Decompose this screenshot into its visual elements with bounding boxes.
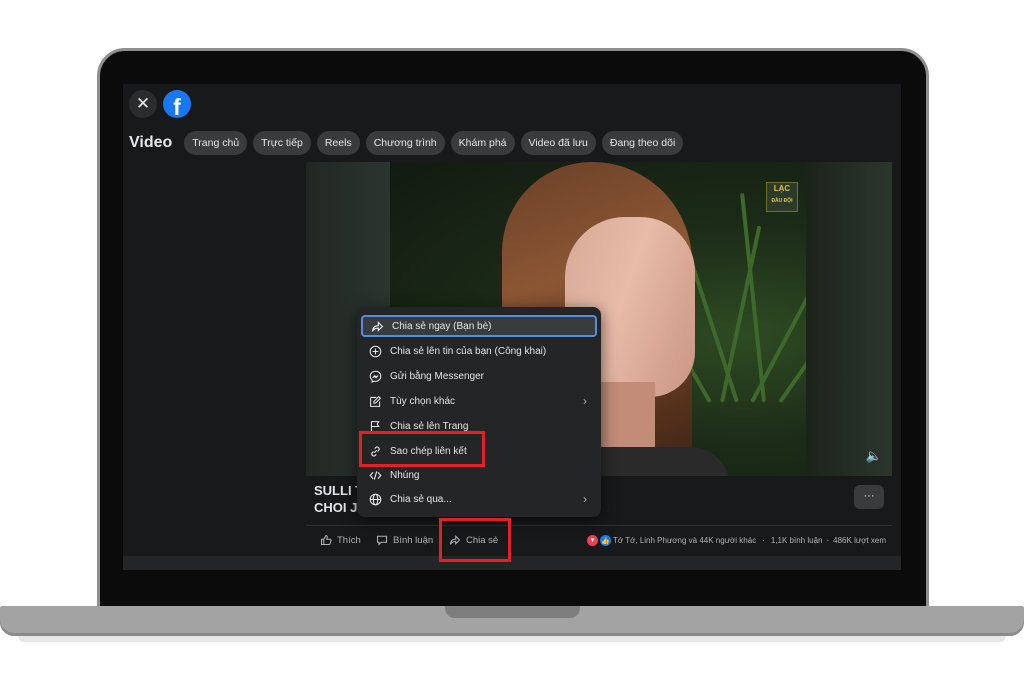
share-arrow-icon bbox=[449, 534, 461, 546]
share-button[interactable]: Chia sẻ bbox=[449, 534, 498, 546]
menu-item-share-story[interactable]: Chia sẻ lên tin của bạn (Công khai) bbox=[361, 340, 597, 362]
tab-trang-chu[interactable]: Trang chủ bbox=[184, 131, 248, 155]
code-icon bbox=[367, 467, 383, 483]
tab-truc-tiep[interactable]: Trực tiếp bbox=[253, 131, 311, 155]
chevron-right-icon: › bbox=[583, 492, 587, 506]
menu-item-share-now[interactable]: Chia sẻ ngay (Bạn bè) bbox=[361, 315, 597, 337]
page-title: Video bbox=[129, 134, 173, 151]
menu-item-messenger[interactable]: Gửi bằng Messenger bbox=[361, 365, 597, 387]
facebook-logo[interactable]: f bbox=[163, 90, 191, 118]
channel-watermark: LẠC ĐẦU ĐỘI bbox=[766, 182, 798, 212]
share-menu: Chia sẻ ngay (Bạn bè) Chia sẻ lên tin củ… bbox=[357, 307, 601, 517]
flag-icon bbox=[367, 418, 383, 434]
tab-chuong-trinh[interactable]: Chương trình bbox=[365, 131, 445, 155]
menu-item-copy-link[interactable]: Sao chép liên kết bbox=[361, 440, 597, 462]
reactions-text: Tớ Tớ, Linh Phương và 44K người khác bbox=[613, 536, 757, 545]
tab-video-da-luu[interactable]: Video đã lưu bbox=[520, 131, 596, 155]
facebook-video-screen: ✕ f Video Trang chủ Trực tiếp Reels Chươ… bbox=[123, 84, 901, 570]
globe-icon bbox=[367, 491, 383, 507]
like-reaction-icon: 👍 bbox=[600, 535, 612, 546]
views-count: 486K lượt xem bbox=[833, 536, 886, 545]
close-button[interactable]: ✕ bbox=[129, 90, 157, 118]
like-button[interactable]: Thích bbox=[320, 534, 361, 546]
video-actions-bar: Thích Bình luận Chia sẻ ♥ 👍 Tớ Tớ, Linh … bbox=[306, 525, 892, 556]
tab-kham-pha[interactable]: Khám phá bbox=[450, 131, 515, 155]
comments-count[interactable]: 1,1K bình luận bbox=[771, 536, 823, 545]
reaction-summary[interactable]: ♥ 👍 Tớ Tớ, Linh Phương và 44K người khác… bbox=[587, 535, 886, 546]
video-nav-bar: Video Trang chủ Trực tiếp Reels Chương t… bbox=[129, 130, 684, 156]
menu-item-share-to-page[interactable]: Chia sẻ lên Trang bbox=[361, 415, 597, 437]
love-reaction-icon: ♥ bbox=[587, 535, 599, 546]
comment-icon bbox=[376, 535, 388, 546]
laptop-notch bbox=[445, 606, 580, 618]
messenger-icon bbox=[367, 368, 383, 384]
edit-icon bbox=[367, 393, 383, 409]
share-arrow-icon bbox=[369, 318, 385, 334]
bottom-strip bbox=[123, 556, 901, 570]
laptop-shadow bbox=[18, 636, 1006, 642]
menu-item-embed[interactable]: Nhúng bbox=[361, 464, 597, 486]
thumbs-up-icon bbox=[320, 534, 332, 546]
more-options-button[interactable]: ··· bbox=[854, 485, 884, 509]
tab-dang-theo-doi[interactable]: Đang theo dõi bbox=[601, 131, 684, 155]
link-icon bbox=[367, 443, 383, 459]
tab-reels[interactable]: Reels bbox=[316, 131, 360, 155]
menu-item-share-via[interactable]: Chia sẻ qua... › bbox=[361, 488, 597, 510]
close-icon: ✕ bbox=[135, 94, 151, 113]
video-letterbox-right bbox=[806, 162, 892, 476]
menu-item-more-options[interactable]: Tùy chọn khác › bbox=[361, 390, 597, 412]
volume-icon[interactable]: 🔈 bbox=[866, 448, 882, 464]
chevron-right-icon: › bbox=[583, 394, 587, 408]
comment-button[interactable]: Bình luận bbox=[376, 534, 433, 546]
plus-circle-icon bbox=[367, 343, 383, 359]
